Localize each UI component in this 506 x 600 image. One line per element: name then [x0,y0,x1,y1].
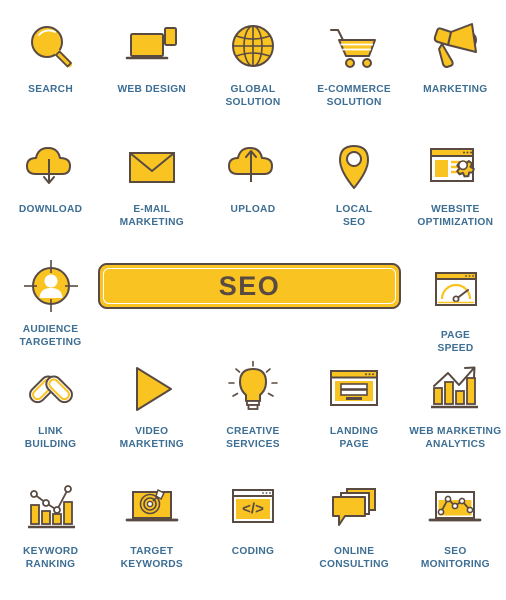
icon-label: WEB DESIGN [117,84,187,95]
chart-line-bars-icon [19,478,83,540]
map-pin-icon [322,136,386,198]
icon-row-1: SEARCH WEB DESIGN GLOBAL SOLUTION E-COMM… [0,16,506,109]
icon-cell-creative-services[interactable]: CREATIVE SERVICES [202,358,303,451]
icon-cell-landing-page[interactable]: LANDING PAGE [304,358,405,451]
speech-bubbles-icon [322,478,386,540]
icon-label: LINK BUILDING [24,426,77,450]
envelope-icon [120,136,184,198]
icon-cell-ecommerce-solution[interactable]: E-COMMERCE SOLUTION [304,16,405,109]
icon-label: AUDIENCE TARGETING [19,324,82,348]
chain-link-icon [19,358,83,420]
icon-label: DOWNLOAD [18,204,83,215]
icon-cell-website-optimization[interactable]: WEBSITE OPTIMIZATION [405,136,506,229]
icon-cell-online-consulting[interactable]: ONLINE CONSULTING [304,478,405,571]
icon-label: PAGE SPEED [437,330,474,354]
icon-cell-upload[interactable]: UPLOAD [202,136,303,229]
icon-cell-link-building[interactable]: LINK BUILDING [0,358,101,451]
icon-cell-download[interactable]: DOWNLOAD [0,136,101,229]
icon-row-4: LINK BUILDING VIDEO MARKETING CREATIVE S… [0,358,506,451]
icon-label: SEARCH [28,84,73,95]
icon-label: LOCAL SEO [335,204,373,228]
icon-sheet: SEARCH WEB DESIGN GLOBAL SOLUTION E-COMM… [0,0,506,600]
cloud-upload-icon [221,136,285,198]
icon-label: WEB MARKETING ANALYTICS [409,426,502,450]
icon-cell-page-speed[interactable]: PAGE SPEED [405,262,506,355]
globe-icon [221,16,285,78]
speedometer-browser-icon [424,262,488,324]
laptop-devices-icon [120,16,184,78]
svg-text:</>: </> [242,501,264,518]
laptop-target-icon [120,478,184,540]
icon-cell-seo-monitoring[interactable]: SEO MONITORING [405,478,506,571]
shopping-cart-icon [322,16,386,78]
icon-label: VIDEO MARKETING [119,426,184,450]
landing-page-icon [322,358,386,420]
icon-label: UPLOAD [230,204,276,215]
play-button-icon [120,358,184,420]
icon-cell-video-marketing[interactable]: VIDEO MARKETING [101,358,202,451]
megaphone-icon [423,16,487,78]
icon-label: MARKETING [423,84,488,95]
icon-cell-web-design[interactable]: WEB DESIGN [101,16,202,109]
icon-cell-coding[interactable]: </> CODING [202,478,303,571]
icon-cell-keyword-ranking[interactable]: KEYWORD RANKING [0,478,101,571]
icon-row-2: DOWNLOAD E-MAIL MARKETING UPLOAD LOCAL S… [0,136,506,229]
magnifier-icon [19,16,83,78]
icon-cell-search[interactable]: SEARCH [0,16,101,109]
cloud-download-icon [19,136,83,198]
icon-label: E-COMMERCE SOLUTION [317,84,392,108]
icon-label: WEBSITE OPTIMIZATION [417,204,494,228]
icon-cell-audience-targeting[interactable]: AUDIENCE TARGETING [0,256,101,349]
icon-label: CREATIVE SERVICES [226,426,280,450]
icon-cell-target-keywords[interactable]: TARGET KEYWORDS [101,478,202,571]
icon-label: KEYWORD RANKING [22,546,79,570]
audience-target-icon [19,256,83,318]
icon-label: CODING [231,546,275,557]
bar-chart-arrow-icon [423,358,487,420]
lightbulb-icon [221,358,285,420]
icon-cell-email-marketing[interactable]: E-MAIL MARKETING [101,136,202,229]
icon-cell-marketing[interactable]: MARKETING [405,16,506,109]
icon-label: TARGET KEYWORDS [120,546,183,570]
icon-label: ONLINE CONSULTING [319,546,389,570]
laptop-line-chart-icon [423,478,487,540]
icon-cell-web-marketing-analytics[interactable]: WEB MARKETING ANALYTICS [405,358,506,451]
icon-label: SEO MONITORING [420,546,490,570]
seo-banner-text: SEO [218,270,281,301]
code-browser-icon: </> [221,478,285,540]
icon-label: LANDING PAGE [329,426,379,450]
icon-label: GLOBAL SOLUTION [225,84,281,108]
icon-label: E-MAIL MARKETING [119,204,184,228]
seo-banner[interactable]: SEO [98,263,401,309]
icon-cell-global-solution[interactable]: GLOBAL SOLUTION [202,16,303,109]
icon-row-5: KEYWORD RANKING TARGET KEYWORDS </> CODI… [0,478,506,571]
browser-gear-icon [423,136,487,198]
icon-cell-local-seo[interactable]: LOCAL SEO [304,136,405,229]
